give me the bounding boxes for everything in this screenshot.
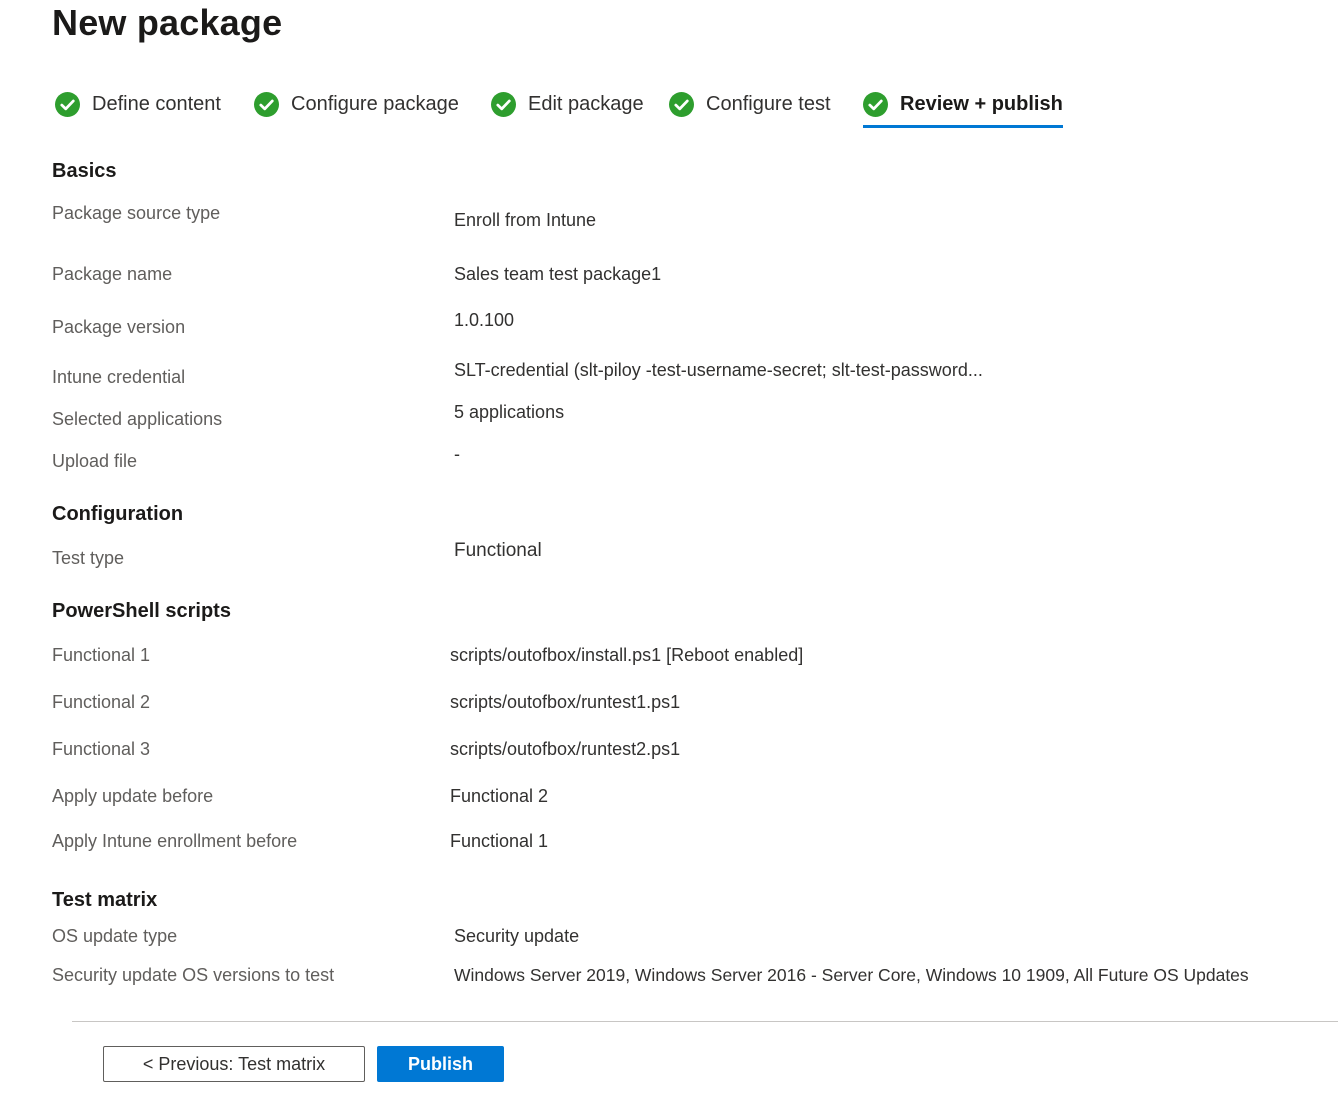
step-label: Configure test <box>706 92 831 115</box>
field-value: Functional 1 <box>450 831 549 851</box>
field-value: - <box>454 444 460 464</box>
field-value: 1.0.100 <box>454 310 515 330</box>
field-label: Apply update before <box>52 786 214 806</box>
field-value: 5 applications <box>454 402 565 422</box>
section-heading-basics: Basics <box>52 160 117 182</box>
checkmark-circle-icon <box>55 91 80 117</box>
field-label: Package version <box>52 317 186 337</box>
field-label: Intune credential <box>52 367 186 387</box>
checkmark-circle-icon <box>863 91 888 117</box>
wizard-steps: Define content Configure package Edit pa… <box>0 84 1338 130</box>
page-title: New package <box>52 2 283 43</box>
field-value: Enroll from Intune <box>454 210 597 230</box>
step-label: Edit package <box>528 92 644 115</box>
section-heading-configuration: Configuration <box>52 503 184 525</box>
step-label: Configure package <box>291 92 459 115</box>
publish-button[interactable]: Publish <box>377 1046 504 1082</box>
field-label: Functional 3 <box>52 739 151 759</box>
field-label: Selected applications <box>52 409 223 429</box>
step-configure-test[interactable]: Configure test <box>669 84 831 124</box>
field-value: scripts/outofbox/runtest1.ps1 <box>450 692 681 712</box>
section-heading-powershell: PowerShell scripts <box>52 600 231 622</box>
checkmark-circle-icon <box>669 91 694 117</box>
field-label: Security update OS versions to test <box>52 965 335 985</box>
field-label: Functional 2 <box>52 692 151 712</box>
field-value: scripts/outofbox/install.ps1 [Reboot ena… <box>450 645 804 665</box>
step-define-content[interactable]: Define content <box>55 84 221 124</box>
field-value: Functional <box>454 540 542 561</box>
step-review-publish[interactable]: Review + publish <box>863 84 1063 128</box>
field-label: Test type <box>52 548 125 568</box>
checkmark-circle-icon <box>254 91 279 117</box>
field-value: Sales team test package1 <box>454 264 662 284</box>
step-edit-package[interactable]: Edit package <box>491 84 644 124</box>
step-label: Review + publish <box>900 92 1063 115</box>
field-label: Functional 1 <box>52 645 151 665</box>
field-label: Upload file <box>52 451 138 471</box>
checkmark-circle-icon <box>491 91 516 117</box>
field-value: SLT-credential (slt-piloy -test-username… <box>454 360 983 380</box>
section-heading-test-matrix: Test matrix <box>52 889 158 911</box>
field-label: OS update type <box>52 926 178 946</box>
field-label: Package source type <box>52 203 221 223</box>
step-configure-package[interactable]: Configure package <box>254 84 459 124</box>
step-label: Define content <box>92 92 221 115</box>
field-value: scripts/outofbox/runtest2.ps1 <box>450 739 681 759</box>
field-value: Windows Server 2019, Windows Server 2016… <box>454 965 1249 985</box>
footer-divider <box>72 1021 1338 1022</box>
field-value: Security update <box>454 926 580 946</box>
field-value: Functional 2 <box>450 786 549 806</box>
previous-button[interactable]: < Previous: Test matrix <box>103 1046 365 1082</box>
field-label: Package name <box>52 264 173 284</box>
field-label: Apply Intune enrollment before <box>52 831 298 851</box>
